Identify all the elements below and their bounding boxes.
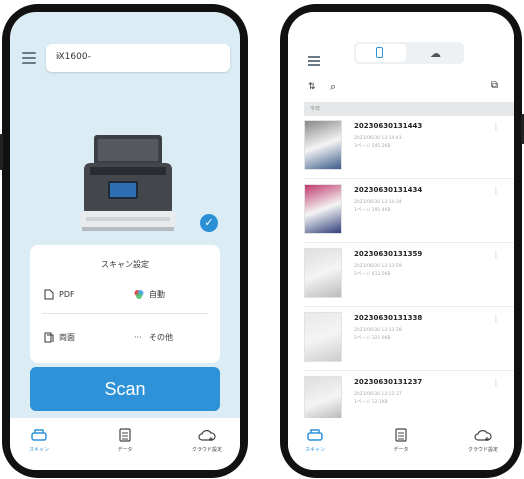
- list-item[interactable]: 20230630131359 2023/06/30 13:13:59 2ページ 61…: [304, 244, 504, 312]
- tab-bar: スキャン データ クラウド設定: [10, 418, 240, 470]
- list-item[interactable]: 20230630131338 2023/06/30 13:13:38 2ページ 32…: [304, 308, 504, 376]
- file-info: 1ページ 195.4KB: [354, 208, 391, 213]
- phone-right: ☁ ⇅ ⌕ ⧉ 今日 20230630131443 2023/06/30 13:1…: [280, 4, 524, 478]
- menu-icon[interactable]: [22, 52, 36, 64]
- file-thumbnail: [304, 312, 342, 362]
- tab-scan[interactable]: スキャン: [290, 428, 340, 453]
- file-date: 2023/06/30 13:13:59: [354, 264, 402, 269]
- menu-icon[interactable]: [308, 56, 320, 66]
- file-info: 3ページ 545.2KB: [354, 144, 391, 149]
- tab-cloud[interactable]: クラウド設定: [182, 428, 232, 453]
- tab-data-label: データ: [393, 447, 409, 453]
- option-color[interactable]: 自動: [134, 289, 165, 300]
- file-thumbnail: [304, 184, 342, 234]
- divider: [304, 306, 514, 307]
- divider: [42, 313, 208, 314]
- scanner-icon: [307, 429, 323, 441]
- option-more-label: その他: [149, 333, 173, 342]
- cloud-icon[interactable]: ☁: [430, 47, 441, 60]
- more-icon: ···: [134, 333, 142, 342]
- file-name: 20230630131237: [354, 378, 423, 386]
- device-selector[interactable]: iX1600- ▾: [46, 44, 230, 72]
- tab-data-label: データ: [117, 447, 133, 453]
- cloud-settings-icon: [198, 430, 216, 441]
- more-options-icon[interactable]: ⋮: [492, 250, 500, 259]
- color-icon: [134, 290, 144, 299]
- scanner-image: [80, 135, 176, 231]
- tab-data[interactable]: データ: [376, 428, 426, 453]
- cloud-settings-icon: [474, 430, 492, 441]
- tab-data[interactable]: データ: [100, 428, 150, 453]
- tab-cloud-label: クラウド設定: [467, 447, 498, 453]
- file-name: 20230630131338: [354, 314, 423, 322]
- checkmark-icon: ✓: [200, 214, 218, 232]
- file-info: 2ページ 321.9KB: [354, 336, 391, 341]
- storage-toggle[interactable]: ☁: [354, 42, 464, 64]
- tab-cloud-label: クラウド設定: [191, 447, 222, 453]
- scan-settings-title: スキャン設定: [101, 260, 149, 269]
- more-options-icon[interactable]: ⋮: [492, 122, 500, 131]
- file-date: 2023/06/30 13:13:38: [354, 328, 402, 333]
- file-thumbnail: [304, 120, 342, 170]
- option-format[interactable]: PDF: [44, 289, 75, 300]
- option-duplex[interactable]: 両面: [44, 332, 75, 343]
- more-options-icon[interactable]: ⋮: [492, 186, 500, 195]
- option-format-label: PDF: [59, 290, 75, 299]
- file-name: 20230630131359: [354, 250, 423, 258]
- tab-scan-label: スキャン: [28, 447, 49, 453]
- scanner-icon: [31, 429, 47, 441]
- phone-left: iX1600- ▾ ✓ スキャン設定 PDF 自動 両面 ··· その他 Sca…: [0, 4, 248, 478]
- file-date: 2023/06/30 13:14:34: [354, 200, 402, 205]
- file-info: 2ページ 612.5KB: [354, 272, 391, 277]
- search-icon[interactable]: ⌕: [330, 80, 336, 94]
- data-icon: [395, 428, 407, 442]
- divider: [304, 370, 514, 371]
- data-screen: ☁ ⇅ ⌕ ⧉ 今日 20230630131443 2023/06/30 13:1…: [288, 12, 514, 470]
- divider: [304, 242, 514, 243]
- document-icon: [44, 289, 54, 300]
- sort-icon[interactable]: ⇅: [308, 82, 316, 92]
- section-label: 今日: [310, 106, 321, 112]
- tab-scan-label: スキャン: [304, 447, 325, 453]
- list-item[interactable]: 20230630131443 2023/06/30 13:14:43 3ページ 54…: [304, 116, 504, 184]
- data-icon: [119, 428, 131, 442]
- file-date: 2023/06/30 13:14:43: [354, 136, 402, 141]
- tab-scan[interactable]: スキャン: [14, 428, 64, 453]
- top-bar: iX1600- ▾: [20, 44, 230, 72]
- file-date: 2023/06/30 13:12:37: [354, 392, 402, 397]
- list-item[interactable]: 20230630131434 2023/06/30 13:14:34 1ページ 19…: [304, 180, 504, 248]
- file-name: 20230630131434: [354, 186, 423, 194]
- scan-settings-panel: スキャン設定 PDF 自動 両面 ··· その他: [30, 245, 220, 363]
- scan-screen: iX1600- ▾ ✓ スキャン設定 PDF 自動 両面 ··· その他 Sca…: [10, 12, 240, 470]
- tab-cloud[interactable]: クラウド設定: [458, 428, 508, 453]
- option-more[interactable]: ··· その他: [134, 332, 173, 343]
- phone-icon: [376, 47, 383, 58]
- duplex-icon: [44, 332, 54, 343]
- more-options-icon[interactable]: ⋮: [492, 378, 500, 387]
- scan-button[interactable]: Scan: [30, 367, 220, 411]
- option-duplex-label: 両面: [59, 333, 75, 342]
- file-info: 1ページ 12.1KB: [354, 400, 388, 405]
- file-name: 20230630131443: [354, 122, 423, 130]
- file-thumbnail: [304, 248, 342, 298]
- volume-button: [0, 134, 3, 170]
- export-icon[interactable]: ⧉: [491, 80, 498, 91]
- option-color-label: 自動: [149, 290, 165, 299]
- divider: [304, 178, 514, 179]
- tab-bar: スキャン データ クラウド設定: [288, 418, 514, 470]
- more-options-icon[interactable]: ⋮: [492, 314, 500, 323]
- chevron-down-icon: ▾: [56, 52, 61, 61]
- section-header: 今日: [304, 102, 514, 116]
